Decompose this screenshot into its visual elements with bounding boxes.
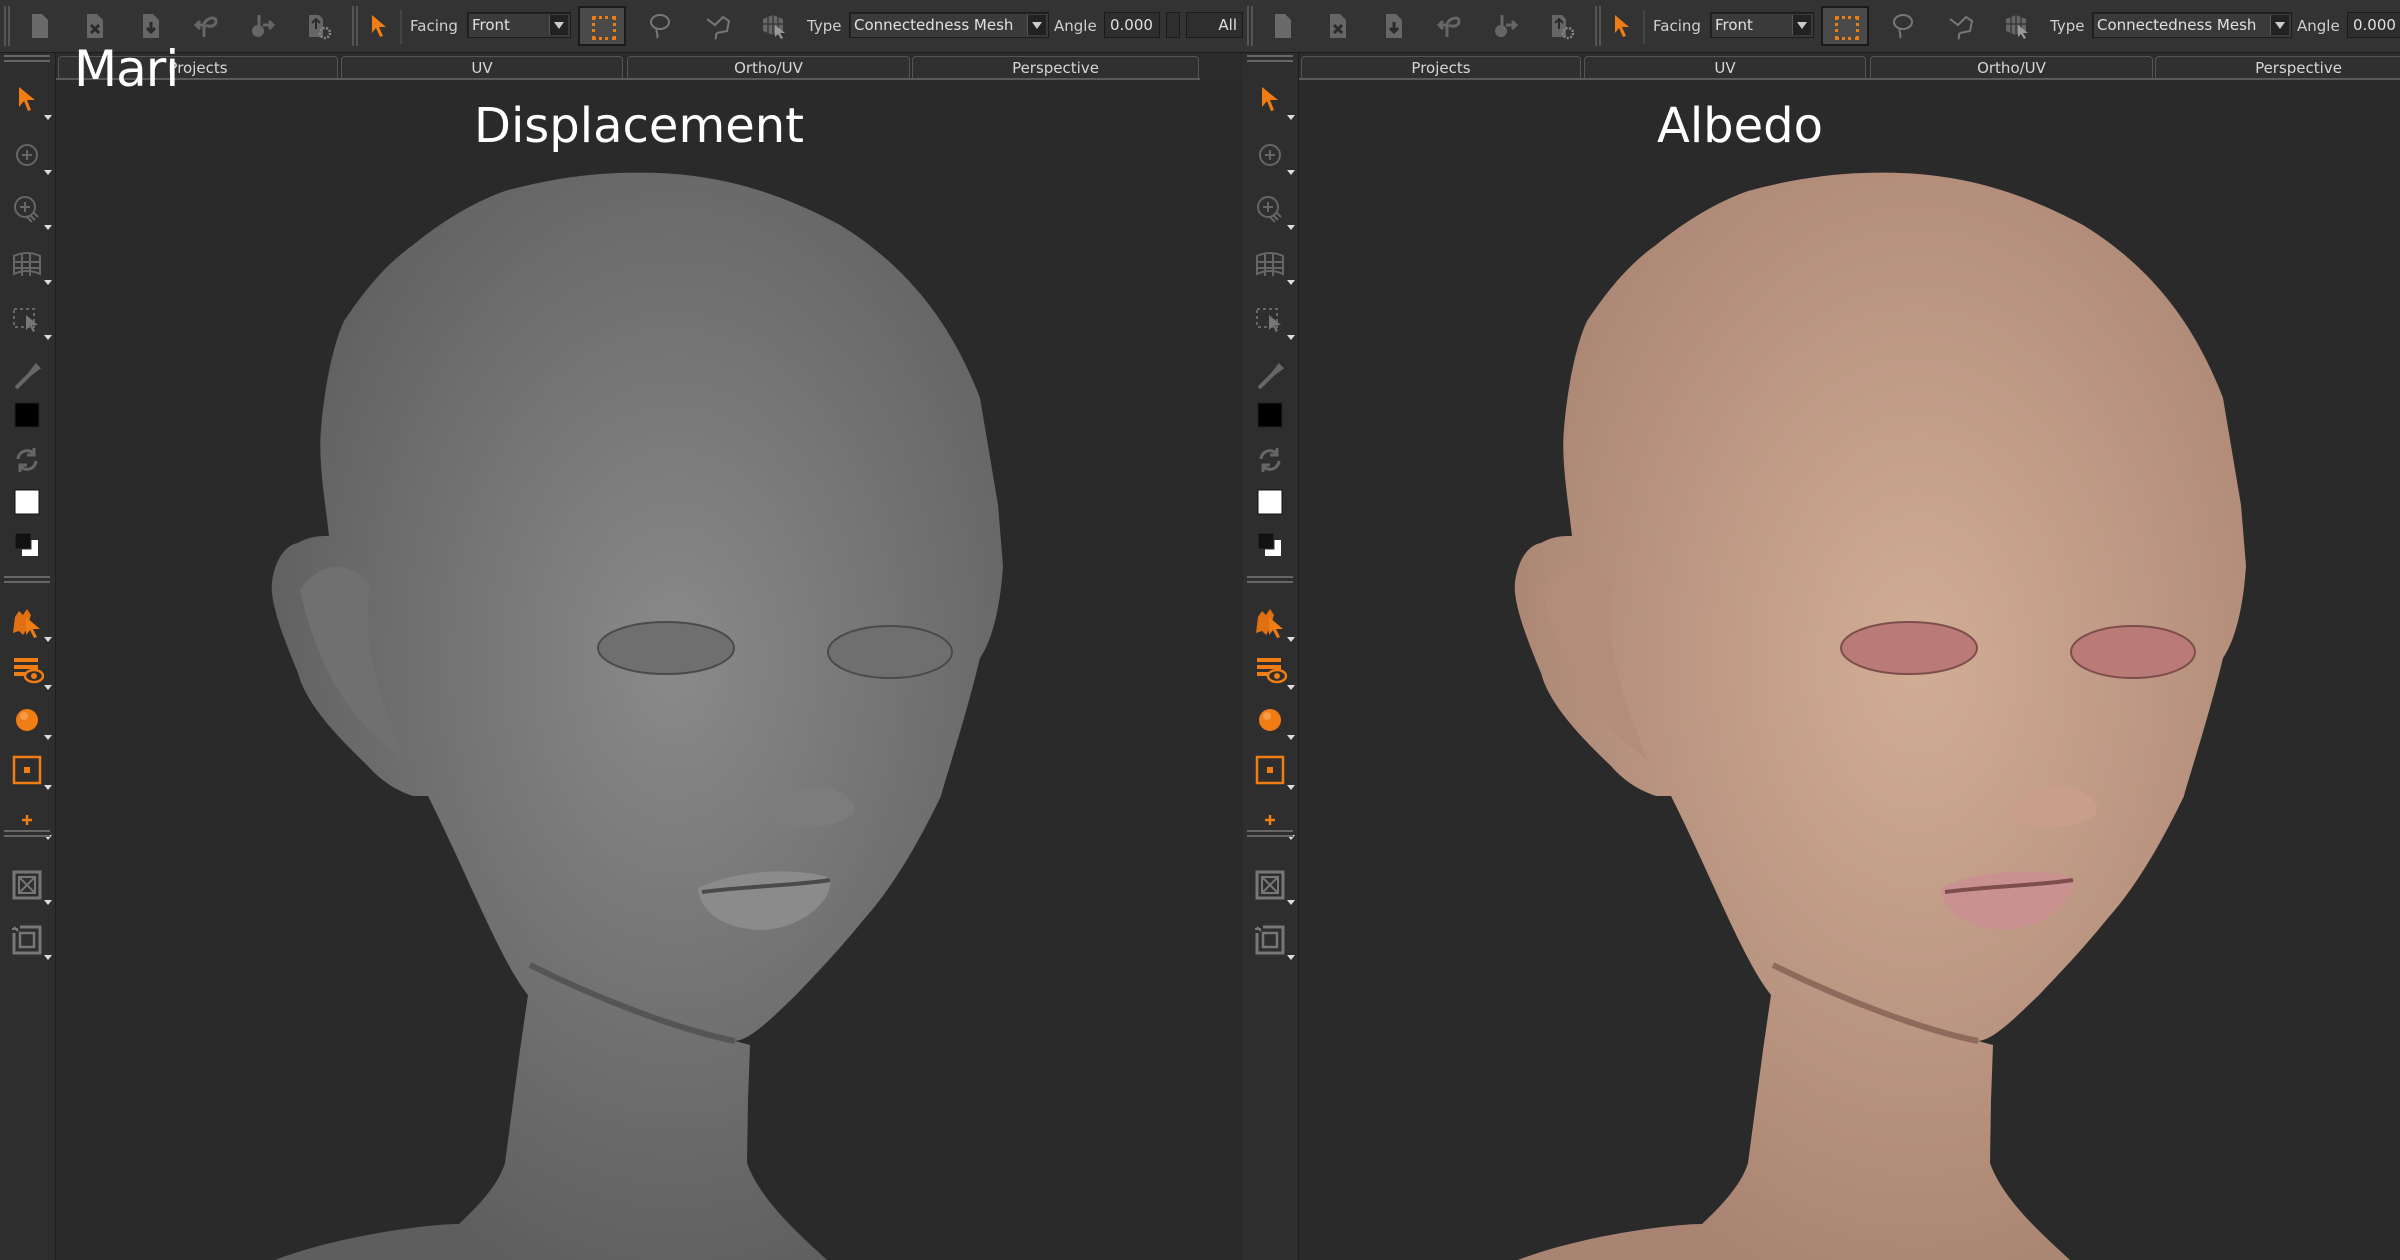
layer-visibility-icon[interactable]: [1253, 653, 1288, 687]
select-arrow-icon[interactable]: [10, 83, 44, 117]
layer-visibility-icon[interactable]: [10, 653, 45, 687]
shader-sphere-icon[interactable]: [1253, 703, 1287, 737]
chevron-down-icon[interactable]: [44, 225, 52, 230]
swap-colors-icon[interactable]: [10, 443, 44, 477]
frame-selection-icon[interactable]: [10, 923, 44, 957]
viewport-panel-displacement: Facing Front Type Connectedness Mesh Ang…: [0, 0, 1243, 1260]
viewport-panel-albedo: Facing Front Type Connectedness Mesh Ang…: [1243, 0, 2400, 1260]
patch-grid-icon[interactable]: [10, 248, 44, 282]
right-eye-socket: [2070, 625, 2196, 679]
background-color-swatch[interactable]: [1253, 485, 1287, 519]
chevron-down-icon[interactable]: [44, 955, 52, 960]
right-eye-socket: [827, 625, 953, 679]
sidebar-grip[interactable]: [1247, 576, 1293, 583]
sidebar-grip[interactable]: [4, 55, 50, 62]
particle-select-icon[interactable]: [10, 605, 44, 639]
default-colors-icon[interactable]: [10, 528, 44, 562]
tool-sidebar: [1243, 53, 1299, 1260]
chevron-down-icon[interactable]: [44, 115, 52, 120]
chevron-down-icon[interactable]: [1287, 900, 1295, 905]
chevron-down-icon[interactable]: [1287, 785, 1295, 790]
patch-grid-icon[interactable]: [1253, 248, 1287, 282]
left-eye-socket: [597, 621, 735, 675]
eyedropper-icon[interactable]: [1253, 358, 1287, 392]
chevron-down-icon[interactable]: [1287, 955, 1295, 960]
tool-sidebar: [0, 53, 56, 1260]
chevron-down-icon[interactable]: [1287, 685, 1295, 690]
sidebar-grip[interactable]: [1247, 55, 1293, 62]
object-center-icon[interactable]: [1253, 753, 1287, 787]
chevron-down-icon[interactable]: [1287, 115, 1295, 120]
chevron-down-icon[interactable]: [1287, 225, 1295, 230]
sidebar-grip[interactable]: [4, 830, 50, 837]
sidebar-grip[interactable]: [4, 576, 50, 583]
chevron-down-icon[interactable]: [44, 335, 52, 340]
chevron-down-icon[interactable]: [44, 637, 52, 642]
select-rect-icon[interactable]: [10, 303, 44, 337]
paint-through-icon[interactable]: [1253, 138, 1287, 172]
frame-all-icon[interactable]: [1253, 868, 1287, 902]
swap-colors-icon[interactable]: [1253, 443, 1287, 477]
background-color-swatch[interactable]: [10, 485, 44, 519]
chevron-down-icon[interactable]: [44, 900, 52, 905]
left-eye-socket: [1840, 621, 1978, 675]
sidebar-grip[interactable]: [1247, 830, 1293, 837]
default-colors-icon[interactable]: [1253, 528, 1287, 562]
mari-app-label: Mari: [74, 40, 179, 98]
head-model[interactable]: [0, 0, 1243, 1260]
foreground-color-swatch[interactable]: [10, 398, 44, 432]
foreground-color-swatch[interactable]: [1253, 398, 1287, 432]
chevron-down-icon[interactable]: [44, 735, 52, 740]
chevron-down-icon[interactable]: [1287, 170, 1295, 175]
airbrush-icon[interactable]: [10, 193, 44, 227]
object-center-icon[interactable]: [10, 753, 44, 787]
head-model[interactable]: [1243, 0, 2400, 1260]
frame-all-icon[interactable]: [10, 868, 44, 902]
chevron-down-icon[interactable]: [44, 785, 52, 790]
eyedropper-icon[interactable]: [10, 358, 44, 392]
airbrush-icon[interactable]: [1253, 193, 1287, 227]
chevron-down-icon[interactable]: [44, 685, 52, 690]
select-arrow-icon[interactable]: [1253, 83, 1287, 117]
paint-through-icon[interactable]: [10, 138, 44, 172]
select-rect-icon[interactable]: [1253, 303, 1287, 337]
chevron-down-icon[interactable]: [44, 280, 52, 285]
chevron-down-icon[interactable]: [1287, 335, 1295, 340]
particle-select-icon[interactable]: [1253, 605, 1287, 639]
frame-selection-icon[interactable]: [1253, 923, 1287, 957]
chevron-down-icon[interactable]: [1287, 280, 1295, 285]
shader-sphere-icon[interactable]: [10, 703, 44, 737]
chevron-down-icon[interactable]: [1287, 735, 1295, 740]
chevron-down-icon[interactable]: [44, 170, 52, 175]
chevron-down-icon[interactable]: [1287, 637, 1295, 642]
